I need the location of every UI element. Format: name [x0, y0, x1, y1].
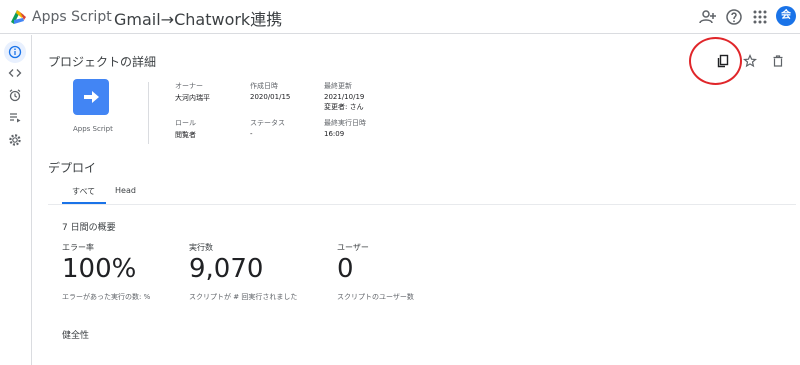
code-icon: [8, 69, 22, 77]
executions-value: 9,070: [189, 254, 264, 284]
top-bar: Apps Script Gmail→Chatwork連携 会: [0, 0, 800, 34]
apps-script-tile: [73, 79, 109, 115]
updated-value: 2021/10/19: [324, 93, 365, 101]
created-value: 2020/01/15: [250, 93, 291, 101]
tab-all[interactable]: すべて: [72, 186, 95, 197]
users-sub: スクリプトのユーザー数: [337, 293, 414, 301]
annotation-circle: [689, 37, 742, 85]
last-run-label: 最終実行日時: [324, 119, 366, 127]
arrow-right-icon: [84, 91, 99, 103]
tile-label: Apps Script: [73, 125, 113, 133]
tabs-divider: [48, 204, 796, 205]
nav-overview[interactable]: [4, 41, 26, 63]
tab-head[interactable]: Head: [115, 186, 136, 195]
project-title[interactable]: Gmail→Chatwork連携: [114, 6, 282, 30]
last-run-value: 16:09: [324, 130, 345, 138]
nav-executions[interactable]: [4, 106, 26, 128]
status-label: ステータス: [250, 119, 285, 127]
info-icon: [8, 45, 22, 59]
details-divider: [148, 82, 149, 144]
project-details-title: プロジェクトの詳細: [48, 55, 157, 69]
users-label: ユーザー: [337, 243, 369, 252]
role-label: ロール: [175, 119, 196, 127]
role-value: 閲覧者: [175, 131, 196, 139]
nav-editor[interactable]: [4, 62, 26, 84]
overview-title: 7 日間の概要: [62, 223, 116, 233]
apps-script-logo-icon[interactable]: [8, 7, 28, 27]
updated-by: 変更者: さん: [324, 103, 364, 111]
error-rate-value: 100%: [62, 254, 137, 284]
owner-label: オーナー: [175, 82, 203, 90]
owner-value: 大河内瑞平: [175, 94, 210, 102]
delete-icon[interactable]: [771, 54, 785, 68]
deploy-title: デプロイ: [48, 161, 97, 175]
apps-grid-icon[interactable]: [750, 7, 770, 27]
error-rate-sub: エラーがあった実行の数: %: [62, 293, 151, 301]
add-person-icon[interactable]: [698, 7, 718, 27]
users-value: 0: [337, 254, 354, 284]
status-value: -: [250, 130, 253, 138]
error-rate-label: エラー率: [62, 243, 94, 252]
alarm-icon: [9, 89, 21, 102]
nav-triggers[interactable]: [4, 84, 26, 106]
executions-icon: [10, 113, 21, 123]
side-nav: [0, 35, 32, 365]
help-icon[interactable]: [724, 7, 744, 27]
updated-label: 最終更新: [324, 82, 352, 90]
star-icon[interactable]: [743, 54, 757, 68]
nav-settings[interactable]: [4, 129, 26, 151]
app-name[interactable]: Apps Script: [32, 9, 112, 25]
health-title: 健全性: [62, 331, 90, 341]
active-tab-indicator: [62, 202, 106, 204]
created-label: 作成日時: [250, 82, 278, 90]
avatar[interactable]: 会: [776, 6, 796, 26]
executions-label: 実行数: [189, 243, 213, 252]
settings-icon: [9, 134, 21, 146]
executions-sub: スクリプトが # 回実行されました: [189, 293, 298, 301]
